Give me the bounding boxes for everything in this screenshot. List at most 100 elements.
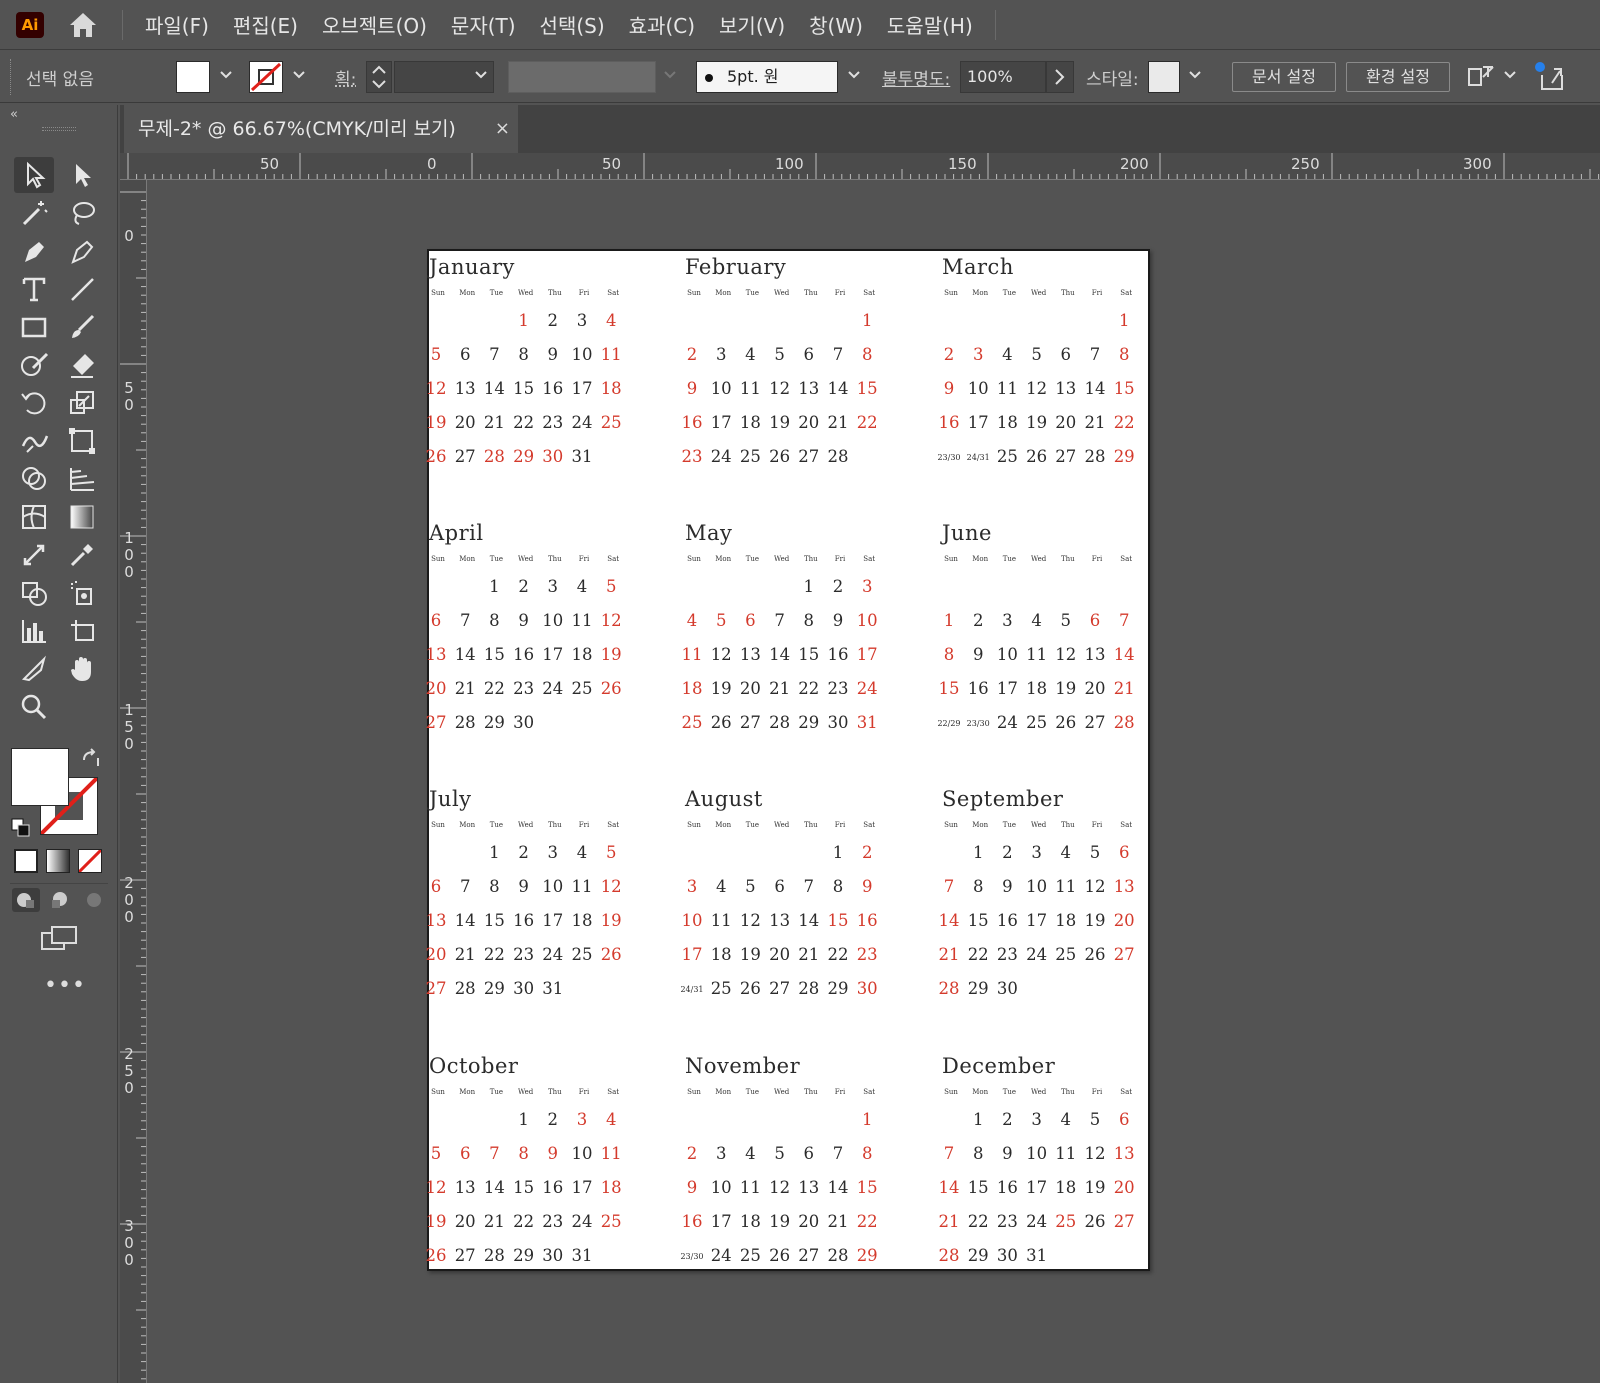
menu-effect[interactable]: 효과(C) (617, 10, 707, 39)
calendar-day: 24/31 (966, 453, 990, 462)
style-swatch[interactable] (1148, 61, 1180, 93)
calendar-day: 4 (576, 577, 588, 596)
paintbrush-icon[interactable] (62, 309, 102, 345)
scale-tool-icon[interactable] (62, 385, 102, 421)
ruler-label: 300 (124, 1217, 134, 1269)
weekday-label: Mon (459, 1088, 476, 1096)
weekday-label: Mon (972, 1088, 989, 1096)
menu-object[interactable]: 오브젝트(O) (310, 10, 439, 39)
opacity-label[interactable]: 불투명도: (882, 65, 950, 90)
draw-inside-icon[interactable] (80, 888, 108, 912)
month-november[interactable]: November Sun Mon Tue Wed Thu Fri Sat 1 2 3 4 5 6 7 8 9 10… (680, 1050, 895, 1280)
calendar-day: 24 (996, 713, 1018, 732)
stroke-dropdown-icon[interactable] (291, 67, 307, 83)
share-icon[interactable] (1534, 61, 1568, 93)
month-january[interactable]: January Sun Mon Tue Wed Thu Fri Sat 1 2 3 4 5 6 7 8 9 10 1… (426, 251, 639, 481)
zoom-tool-icon[interactable] (14, 689, 54, 725)
live-paint-bucket-icon[interactable] (14, 575, 54, 611)
gradient-mode-button[interactable] (46, 849, 70, 873)
lasso-icon[interactable] (62, 195, 102, 231)
document-setup-button[interactable]: 문서 설정 (1232, 62, 1336, 92)
preferences-button[interactable]: 환경 설정 (1346, 62, 1450, 92)
direct-selection-tool-icon[interactable] (62, 157, 102, 193)
rotate-tool-icon[interactable] (14, 385, 54, 421)
draw-behind-icon[interactable] (46, 888, 74, 912)
edit-toolbar-icon[interactable]: ••• (44, 973, 86, 998)
opacity-expand-button[interactable] (1046, 61, 1074, 93)
opacity-input[interactable]: 100% (960, 61, 1046, 93)
shaper-tool-icon[interactable] (14, 347, 54, 383)
curvature-tool-icon[interactable] (62, 233, 102, 269)
perspective-grid-icon[interactable] (62, 461, 102, 497)
month-october[interactable]: October Sun Mon Tue Wed Thu Fri Sat 1 2 3 4 5 6 7 8 9 10 1… (426, 1050, 639, 1280)
month-june[interactable]: June Sun Mon Tue Wed Thu Fri Sat 1 2 3 4 5 6 7 8 9 10 11 12… (937, 517, 1152, 747)
menu-type[interactable]: 문자(T) (439, 10, 528, 39)
fill-swatch[interactable] (176, 61, 210, 93)
vertical-ruler[interactable]: 0 50 100 150 200 250 300 (120, 180, 147, 1383)
fill-color-box[interactable] (11, 748, 69, 806)
stroke-swatch[interactable] (249, 61, 283, 93)
blend-tool-icon[interactable] (14, 537, 54, 573)
eraser-icon[interactable] (62, 347, 102, 383)
artboard[interactable]: January Sun Mon Tue Wed Thu Fri Sat 1 2 3 4 5 6 7 8 9 10 1… (426, 249, 1152, 1271)
month-april[interactable]: April Sun Mon Tue Wed Thu Fri Sat 1 2 3 4 5 6 7 8 9 10 11 1… (426, 517, 639, 747)
rectangle-tool-icon[interactable] (14, 309, 54, 345)
month-december[interactable]: December Sun Mon Tue Wed Thu Fri Sat 1 2 3 4 5 6 7 8 9 10… (939, 1050, 1152, 1280)
month-february[interactable]: February Sun Mon Tue Wed Thu Fri Sat 1 2 3 4 5 6 7 8 9 10… (682, 251, 895, 481)
shape-builder-icon[interactable] (14, 461, 54, 497)
fill-dropdown-icon[interactable] (218, 67, 234, 83)
artboard-tool-icon[interactable] (62, 613, 102, 649)
column-graph-icon[interactable] (14, 613, 54, 649)
gradient-tool-icon[interactable] (62, 499, 102, 535)
draw-normal-icon[interactable] (12, 888, 40, 912)
none-mode-button[interactable] (77, 848, 103, 874)
menu-select[interactable]: 선택(S) (528, 10, 617, 39)
calendar-day: 14 (454, 645, 476, 664)
calendar-day: 2 (943, 345, 955, 364)
mesh-tool-icon[interactable] (14, 499, 54, 535)
menu-help[interactable]: 도움말(H) (875, 10, 985, 39)
selection-tool-icon[interactable] (14, 157, 54, 193)
swap-fill-stroke-icon[interactable] (80, 748, 102, 770)
default-colors-icon[interactable] (10, 817, 32, 839)
line-tool-icon[interactable] (62, 271, 102, 307)
horizontal-ruler[interactable]: 50 0 50 100 150 200 250 300 (120, 153, 1600, 180)
hand-tool-icon[interactable] (62, 651, 102, 687)
pen-tool-icon[interactable] (14, 233, 54, 269)
stroke-weight-stepper[interactable] (366, 61, 392, 93)
free-transform-icon[interactable] (62, 423, 102, 459)
close-icon[interactable]: × (495, 105, 510, 153)
slice-tool-icon[interactable] (14, 651, 54, 687)
stroke-weight-dropdown-icon[interactable] (473, 67, 489, 83)
document-tab[interactable]: 무제-2* @ 66.67%(CMYK/미리 보기) × (124, 105, 518, 153)
home-icon[interactable] (64, 8, 102, 42)
menu-view[interactable]: 보기(V) (707, 10, 797, 39)
weekday-label: Tue (745, 821, 760, 829)
type-tool-icon[interactable] (14, 271, 54, 307)
month-august[interactable]: August Sun Mon Tue Wed Thu Fri Sat 1 2 3 4 5 6 7 8 9 10 11… (680, 783, 895, 1013)
menu-file[interactable]: 파일(F) (133, 10, 221, 39)
month-name: April (429, 521, 484, 545)
brush-dropdown-icon[interactable] (846, 67, 862, 83)
menu-window[interactable]: 창(W) (797, 10, 875, 39)
screen-mode-icon[interactable] (40, 923, 78, 953)
arrange-documents-icon[interactable] (1466, 63, 1496, 91)
month-september[interactable]: September Sun Mon Tue Wed Thu Fri Sat 1 2 3 4 5 6 7 8 9 1… (939, 783, 1152, 1013)
eyedropper-icon[interactable] (62, 537, 102, 573)
warp-tool-icon[interactable] (14, 423, 54, 459)
month-may[interactable]: May Sun Mon Tue Wed Thu Fri Sat 1 2 3 4 5 6 7 8 9 10 11 12 1… (682, 517, 895, 747)
symbol-sprayer-icon[interactable] (62, 575, 102, 611)
color-mode-button[interactable] (14, 849, 38, 873)
calendar-day: 14 (1084, 379, 1106, 398)
magic-wand-icon[interactable] (14, 195, 54, 231)
month-july[interactable]: July Sun Mon Tue Wed Thu Fri Sat 1 2 3 4 5 6 7 8 9 10 11 12… (426, 783, 639, 1013)
collapse-panel-icon[interactable]: « (10, 107, 18, 122)
calendar-day: 24 (1026, 945, 1048, 964)
profile-dropdown-icon[interactable] (662, 67, 678, 83)
arrange-dropdown-icon[interactable] (1502, 67, 1518, 83)
month-march[interactable]: March Sun Mon Tue Wed Thu Fri Sat 1 2 3 4 5 6 7 8 9 10 11 1… (937, 251, 1152, 481)
variable-width-profile[interactable] (508, 61, 656, 93)
style-dropdown-icon[interactable] (1187, 67, 1203, 83)
brush-definition[interactable]: 5pt. 원 (696, 61, 838, 93)
menu-edit[interactable]: 편집(E) (221, 10, 310, 39)
